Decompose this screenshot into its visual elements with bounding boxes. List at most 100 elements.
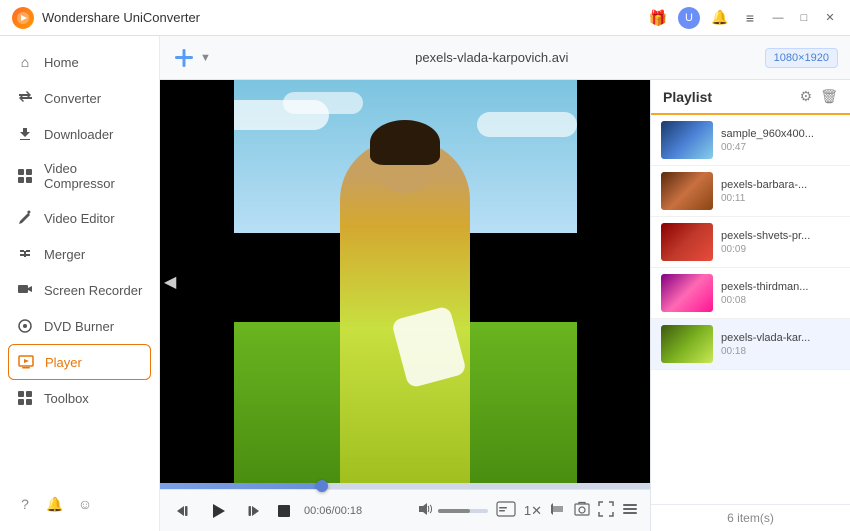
main-layout: ⌂ Home Converter Downloader bbox=[0, 36, 850, 531]
playlist-thumb-5 bbox=[661, 325, 713, 363]
controls-right: 1✕ bbox=[418, 501, 638, 520]
playlist-name-4: pexels-thirdman... bbox=[721, 281, 840, 293]
playlist-thumb-2 bbox=[661, 172, 713, 210]
volume-icon[interactable] bbox=[418, 501, 434, 520]
playlist-info-1: sample_960x400... 00:47 bbox=[721, 128, 840, 153]
bell-icon[interactable]: 🔔 bbox=[710, 8, 730, 28]
close-button[interactable]: ✕ bbox=[822, 10, 838, 26]
title-bar-controls: 🎁 U 🔔 ≡ — □ ✕ bbox=[648, 7, 838, 29]
rewind-button[interactable] bbox=[172, 499, 196, 523]
playlist-name-5: pexels-vlada-kar... bbox=[721, 332, 840, 344]
sidebar-item-dvd-burner[interactable]: DVD Burner bbox=[0, 308, 159, 344]
sidebar-item-downloader-label: Downloader bbox=[44, 127, 113, 142]
forward-frame-button[interactable] bbox=[240, 499, 264, 523]
sidebar-item-dvd-label: DVD Burner bbox=[44, 319, 114, 334]
gift-icon[interactable]: 🎁 bbox=[648, 8, 668, 28]
screenshot-icon[interactable] bbox=[574, 501, 590, 520]
playlist-item-active[interactable]: pexels-vlada-kar... 00:18 bbox=[651, 319, 850, 370]
recorder-icon bbox=[16, 281, 34, 299]
feedback-icon[interactable]: ☺ bbox=[76, 495, 94, 513]
sidebar-item-home-label: Home bbox=[44, 55, 79, 70]
playlist-info-3: pexels-shvets-pr... 00:09 bbox=[721, 230, 840, 255]
sidebar-item-video-compressor[interactable]: Video Compressor bbox=[0, 152, 159, 200]
app-logo bbox=[12, 7, 34, 29]
playlist-title: Playlist bbox=[663, 89, 712, 105]
playlist-name-2: pexels-barbara-... bbox=[721, 179, 840, 191]
playlist-name-1: sample_960x400... bbox=[721, 128, 840, 140]
merger-icon bbox=[16, 245, 34, 263]
playlist-thumb-1 bbox=[661, 121, 713, 159]
playlist-thumb-3 bbox=[661, 223, 713, 261]
playlist-header-icons: ⚙ 🗑 bbox=[800, 88, 838, 105]
playlist-name-3: pexels-shvets-pr... bbox=[721, 230, 840, 242]
minimize-button[interactable]: — bbox=[770, 10, 786, 26]
sidebar-item-player[interactable]: Player bbox=[8, 344, 151, 380]
menu-icon[interactable]: ≡ bbox=[740, 8, 760, 28]
sidebar-footer: ? 🔔 ☺ bbox=[0, 485, 159, 523]
fullscreen-icon[interactable] bbox=[598, 501, 614, 520]
speed-icon[interactable]: 1✕ bbox=[524, 503, 542, 519]
toolbar: ▼ pexels-vlada-karpovich.avi 1080×1920 bbox=[160, 36, 850, 80]
resolution-badge: 1080×1920 bbox=[765, 48, 838, 68]
sidebar-item-editor-label: Video Editor bbox=[44, 211, 115, 226]
content-area: ▼ pexels-vlada-karpovich.avi 1080×1920 bbox=[160, 36, 850, 531]
add-file-button[interactable]: ▼ bbox=[172, 46, 211, 70]
progress-thumb[interactable] bbox=[316, 480, 328, 492]
editor-icon bbox=[16, 209, 34, 227]
sidebar-item-video-editor[interactable]: Video Editor bbox=[0, 200, 159, 236]
sidebar-item-home[interactable]: ⌂ Home bbox=[0, 44, 159, 80]
sidebar-item-merger[interactable]: Merger bbox=[0, 236, 159, 272]
filename-display: pexels-vlada-karpovich.avi bbox=[219, 50, 765, 65]
subtitles-icon[interactable] bbox=[496, 501, 516, 520]
playlist-toggle-icon[interactable] bbox=[622, 501, 638, 520]
compressor-icon bbox=[16, 167, 34, 185]
playlist-info-5: pexels-vlada-kar... 00:18 bbox=[721, 332, 840, 357]
title-bar-title: Wondershare UniConverter bbox=[42, 10, 200, 25]
controls-bar: 00:06/00:18 bbox=[160, 489, 650, 531]
video-section: ◀ bbox=[160, 80, 650, 531]
progress-bar[interactable] bbox=[160, 483, 650, 489]
dvd-icon bbox=[16, 317, 34, 335]
stop-button[interactable] bbox=[272, 499, 296, 523]
notification-icon[interactable]: 🔔 bbox=[46, 495, 64, 513]
playlist-delete-icon[interactable]: 🗑 bbox=[820, 88, 838, 105]
sidebar-item-toolbox[interactable]: Toolbox bbox=[0, 380, 159, 416]
toolbox-icon bbox=[16, 389, 34, 407]
playlist-duration-1: 00:47 bbox=[721, 142, 840, 153]
sidebar-bottom: ? 🔔 ☺ bbox=[0, 485, 159, 523]
item-count: 6 item(s) bbox=[727, 511, 774, 525]
play-button[interactable] bbox=[204, 497, 232, 525]
sidebar-item-downloader[interactable]: Downloader bbox=[0, 116, 159, 152]
title-bar: Wondershare UniConverter 🎁 U 🔔 ≡ — □ ✕ bbox=[0, 0, 850, 36]
sidebar-item-converter-label: Converter bbox=[44, 91, 101, 106]
playlist-item[interactable]: sample_960x400... 00:47 bbox=[651, 115, 850, 166]
player-area: ◀ bbox=[160, 80, 850, 531]
converter-icon bbox=[16, 89, 34, 107]
audio-tracks-icon[interactable] bbox=[550, 501, 566, 520]
playlist-item[interactable]: pexels-shvets-pr... 00:09 bbox=[651, 217, 850, 268]
playlist-item[interactable]: pexels-barbara-... 00:11 bbox=[651, 166, 850, 217]
sidebar-item-compressor-label: Video Compressor bbox=[44, 161, 143, 191]
playlist-duration-2: 00:11 bbox=[721, 193, 840, 204]
sidebar-item-screen-recorder[interactable]: Screen Recorder bbox=[0, 272, 159, 308]
playlist-duration-4: 00:08 bbox=[721, 295, 840, 306]
playlist-duration-3: 00:09 bbox=[721, 244, 840, 255]
player-icon bbox=[17, 353, 35, 371]
time-display: 00:06/00:18 bbox=[304, 505, 362, 517]
maximize-button[interactable]: □ bbox=[796, 10, 812, 26]
prev-video-button[interactable]: ◀ bbox=[164, 272, 176, 292]
playlist-header: Playlist ⚙ 🗑 bbox=[651, 80, 850, 115]
sidebar-item-converter[interactable]: Converter bbox=[0, 80, 159, 116]
playlist-duration-5: 00:18 bbox=[721, 346, 840, 357]
add-dropdown-arrow[interactable]: ▼ bbox=[200, 52, 211, 64]
playlist-item[interactable]: pexels-thirdman... 00:08 bbox=[651, 268, 850, 319]
playlist-settings-icon[interactable]: ⚙ bbox=[800, 88, 813, 105]
sidebar-item-player-label: Player bbox=[45, 355, 82, 370]
sidebar-item-recorder-label: Screen Recorder bbox=[44, 283, 142, 298]
volume-slider[interactable] bbox=[438, 509, 488, 513]
volume-control bbox=[418, 501, 488, 520]
playlist-items: sample_960x400... 00:47 pexels-barbara-.… bbox=[651, 115, 850, 504]
user-avatar[interactable]: U bbox=[678, 7, 700, 29]
home-icon: ⌂ bbox=[16, 53, 34, 71]
help-icon[interactable]: ? bbox=[16, 495, 34, 513]
